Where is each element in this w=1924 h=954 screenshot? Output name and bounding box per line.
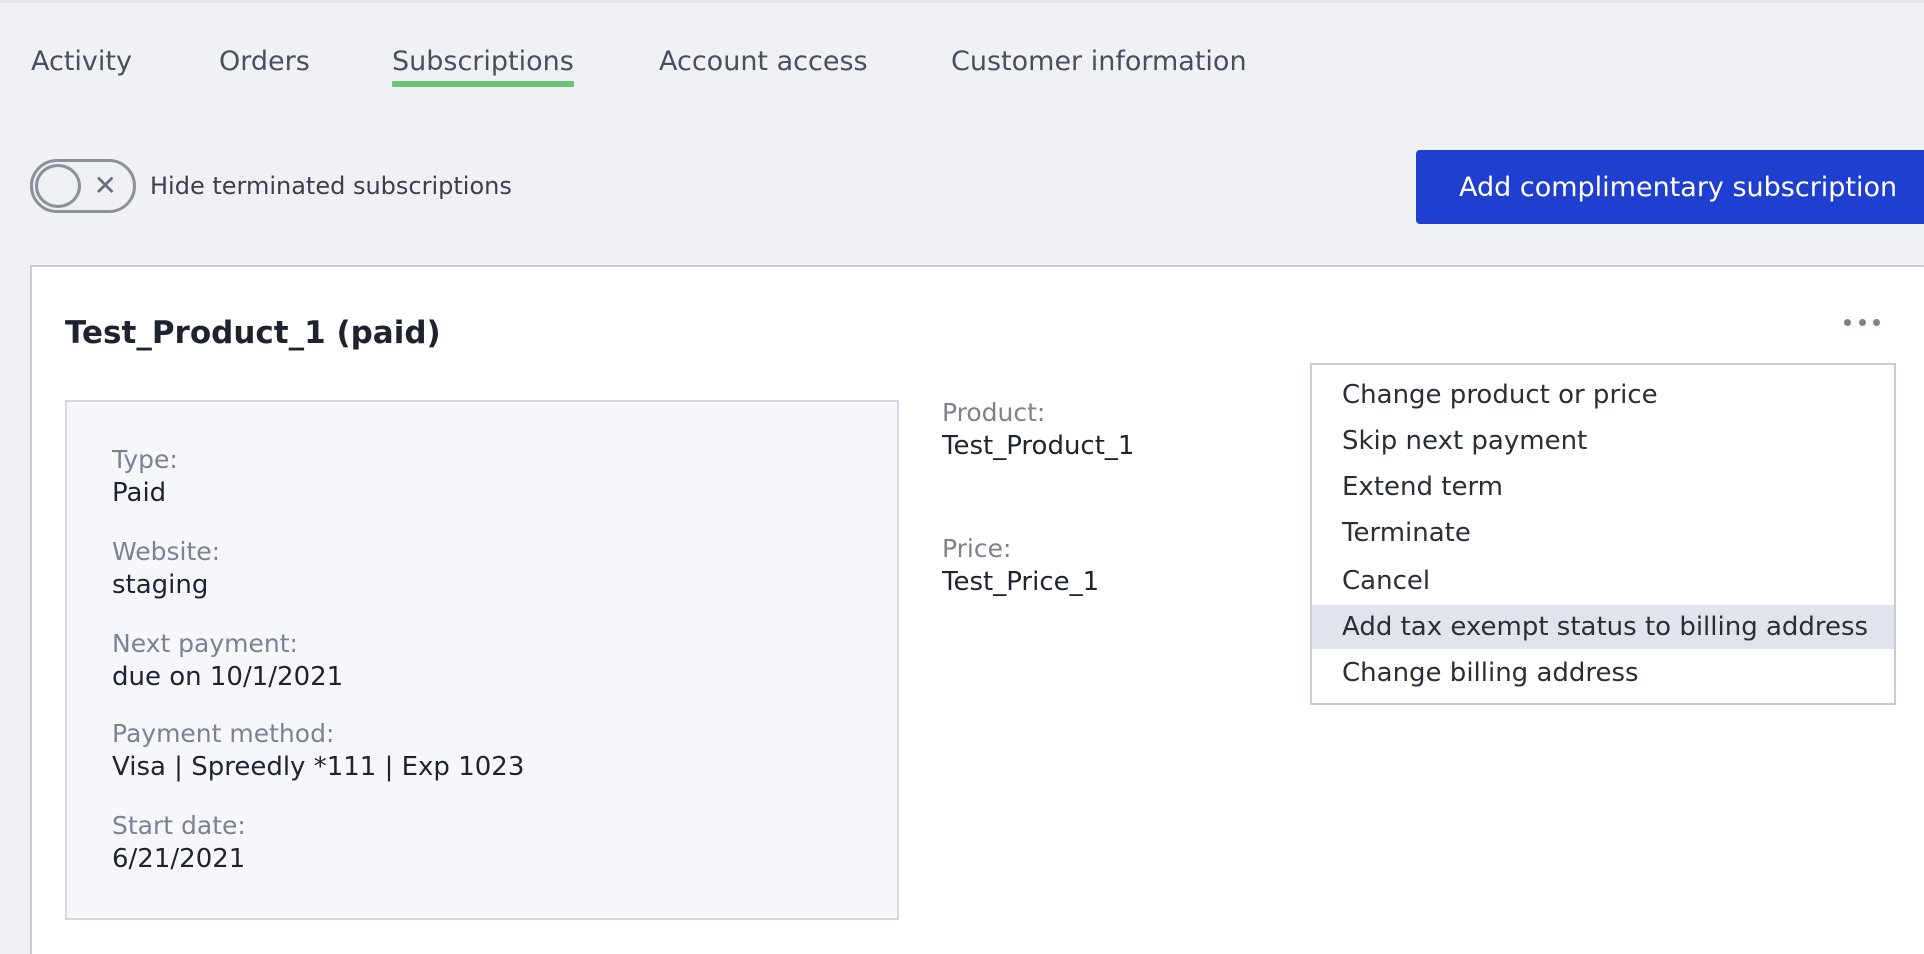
tab-account-access[interactable]: Account access xyxy=(659,46,868,87)
detail-label: Start date: xyxy=(112,811,246,840)
toggle-knob xyxy=(35,164,81,208)
menu-item-cancel[interactable]: Cancel xyxy=(1312,559,1894,603)
price-label: Price: xyxy=(942,534,1012,563)
detail-value: Visa | Spreedly *111 | Exp 1023 xyxy=(112,752,525,782)
product-value: Test_Product_1 xyxy=(942,431,1135,461)
menu-item-add-tax-exempt-status[interactable]: Add tax exempt status to billing address xyxy=(1312,605,1894,649)
product-label: Product: xyxy=(942,398,1046,427)
hide-terminated-label: Hide terminated subscriptions xyxy=(150,172,512,200)
more-options-button[interactable] xyxy=(1840,307,1884,337)
detail-label: Next payment: xyxy=(112,629,298,658)
menu-item-extend-term[interactable]: Extend term xyxy=(1312,465,1894,509)
subscription-actions-menu: Change product or price Skip next paymen… xyxy=(1310,363,1896,705)
top-divider xyxy=(0,0,1924,3)
detail-next-payment: Next payment: due on 10/1/2021 xyxy=(112,628,343,694)
menu-item-skip-next-payment[interactable]: Skip next payment xyxy=(1312,419,1894,463)
menu-item-change-product-or-price[interactable]: Change product or price xyxy=(1312,373,1894,417)
add-complimentary-subscription-button[interactable]: Add complimentary subscription xyxy=(1416,150,1924,224)
detail-value: staging xyxy=(112,570,209,600)
close-icon: ✕ xyxy=(93,169,117,202)
detail-label: Website: xyxy=(112,537,221,566)
tab-customer-information[interactable]: Customer information xyxy=(951,46,1247,87)
detail-value: due on 10/1/2021 xyxy=(112,662,344,692)
tab-orders[interactable]: Orders xyxy=(219,46,310,87)
price-value: Test_Price_1 xyxy=(942,567,1100,597)
subscription-title: Test_Product_1 (paid) xyxy=(65,315,441,351)
hide-terminated-toggle[interactable]: ✕ xyxy=(30,159,136,213)
detail-label: Payment method: xyxy=(112,719,335,748)
tab-activity[interactable]: Activity xyxy=(31,46,132,87)
detail-payment-method: Payment method: Visa | Spreedly *111 | E… xyxy=(112,718,524,784)
price-field: Price: Test_Price_1 xyxy=(942,533,1099,599)
product-field: Product: Test_Product_1 xyxy=(942,397,1134,463)
detail-value: Paid xyxy=(112,478,167,508)
detail-label: Type: xyxy=(112,445,178,474)
subscription-details-panel: Type: Paid Website: staging Next payment… xyxy=(65,400,899,920)
more-dot-icon xyxy=(1844,318,1851,326)
detail-type: Type: Paid xyxy=(112,444,178,510)
more-dot-icon xyxy=(1873,318,1880,326)
menu-item-terminate[interactable]: Terminate xyxy=(1312,511,1894,555)
subscriptions-page: Activity Orders Subscriptions Account ac… xyxy=(0,0,1924,954)
detail-value: 6/21/2021 xyxy=(112,844,246,874)
detail-website: Website: staging xyxy=(112,536,220,602)
detail-start-date: Start date: 6/21/2021 xyxy=(112,810,246,876)
tab-subscriptions[interactable]: Subscriptions xyxy=(392,46,574,87)
menu-item-change-billing-address[interactable]: Change billing address xyxy=(1312,651,1894,695)
more-dot-icon xyxy=(1858,318,1866,326)
